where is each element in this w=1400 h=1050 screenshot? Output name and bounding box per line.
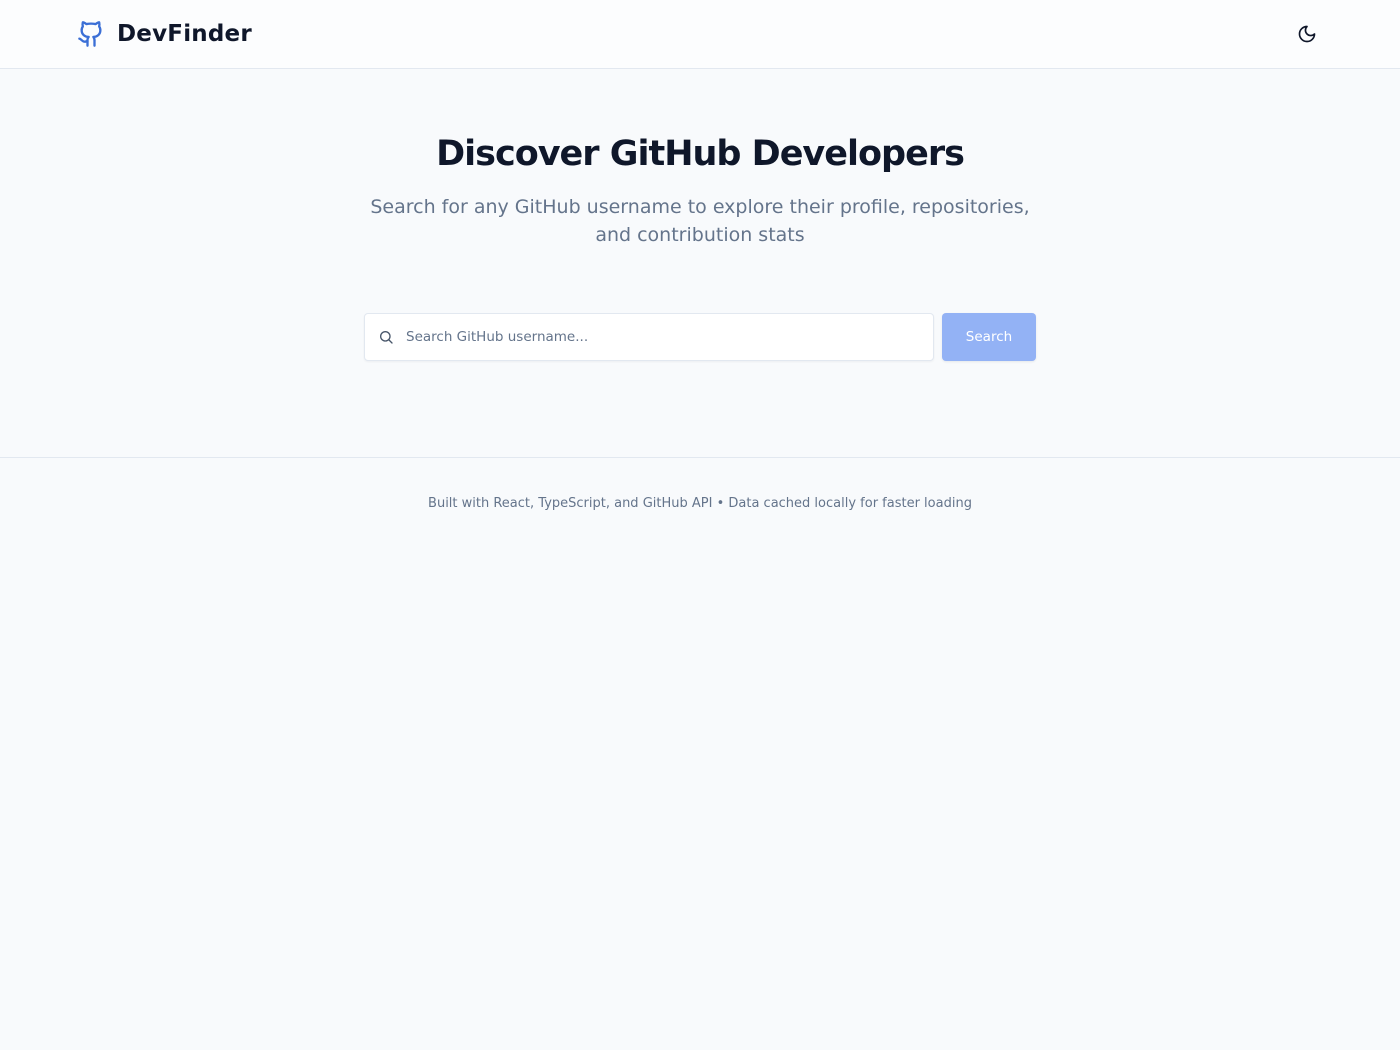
footer: Built with React, TypeScript, and GitHub… [0, 457, 1400, 511]
github-icon [76, 19, 106, 49]
top-navbar: DevFinder [0, 0, 1400, 69]
search-field[interactable] [364, 313, 934, 361]
footer-text: Built with React, TypeScript, and GitHub… [428, 496, 972, 511]
theme-toggle-button[interactable] [1290, 17, 1324, 51]
app-name: DevFinder [117, 21, 252, 47]
moon-icon [1297, 24, 1317, 44]
main-content: Discover GitHub Developers Search for an… [0, 69, 1400, 361]
search-button[interactable]: Search [942, 313, 1036, 361]
search-input[interactable] [406, 329, 921, 345]
hero-section: Discover GitHub Developers Search for an… [0, 69, 1400, 249]
page-title: Discover GitHub Developers [436, 134, 965, 174]
page-subtitle: Search for any GitHub username to explor… [370, 196, 1030, 246]
search-icon [377, 328, 395, 346]
brand[interactable]: DevFinder [76, 19, 252, 49]
search-form: Search [0, 313, 1400, 361]
